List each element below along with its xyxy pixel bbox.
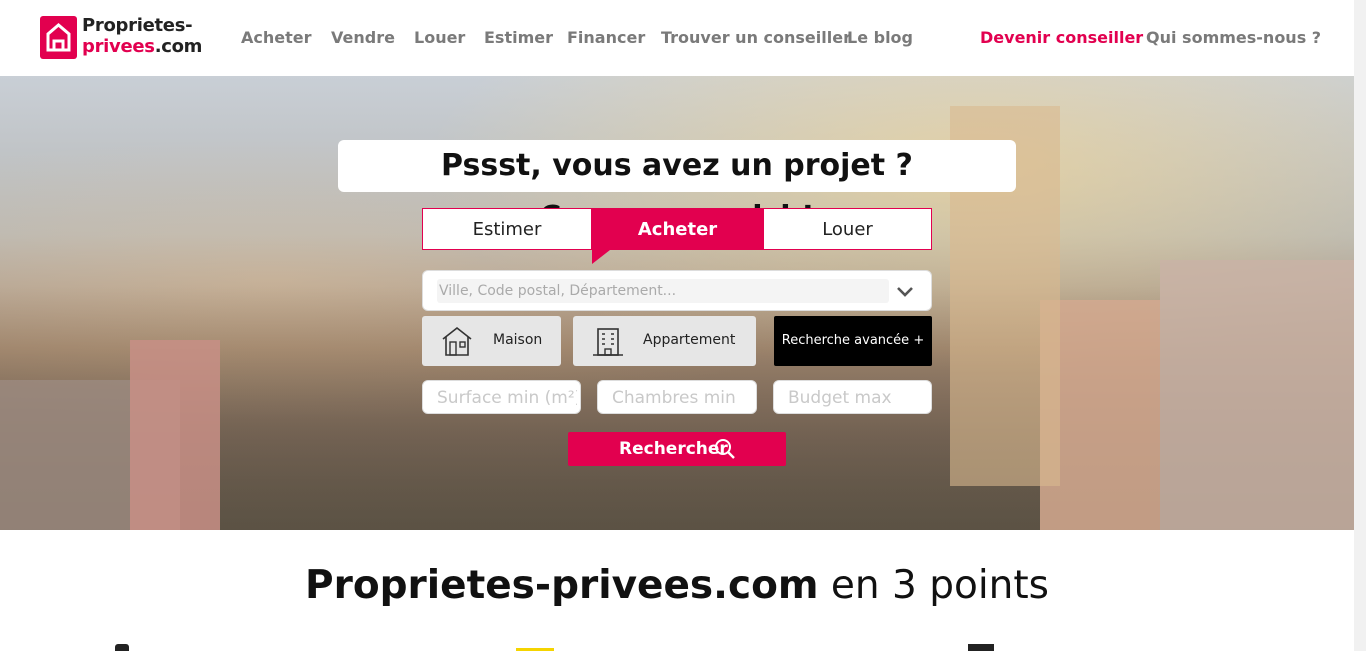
search-button[interactable]: Rechercher <box>568 432 786 466</box>
type-maison-button[interactable]: Maison <box>422 316 561 366</box>
nav-devenir-conseiller[interactable]: Devenir conseiller <box>980 28 1143 47</box>
nav-louer[interactable]: Louer <box>414 28 465 47</box>
chevron-down-icon[interactable] <box>895 281 915 301</box>
chambres-field[interactable] <box>597 380 757 415</box>
building-icon <box>591 325 625 357</box>
budget-field[interactable] <box>773 380 932 415</box>
nav-qui-sommes-nous[interactable]: Qui sommes-nous ? <box>1146 28 1321 47</box>
active-tab-pointer <box>592 250 610 264</box>
tab-louer[interactable]: Louer <box>763 208 932 250</box>
section-title: Proprietes-privees.com en 3 points <box>0 563 1354 608</box>
advanced-search-button[interactable]: Recherche avancée + <box>774 316 932 366</box>
logo-text: Proprietes- privees.com <box>82 15 203 57</box>
location-input[interactable]: Ville, Code postal, Département... <box>437 279 889 303</box>
tab-acheter[interactable]: Acheter <box>592 208 763 250</box>
nav-estimer[interactable]: Estimer <box>484 28 553 47</box>
type-appartement-label: Appartement <box>643 332 736 348</box>
search-label: Rechercher <box>619 439 728 459</box>
section-brand: Proprietes-privees.com <box>305 563 819 608</box>
nav-blog[interactable]: Le blog <box>847 28 913 47</box>
surface-field[interactable] <box>422 380 581 415</box>
tab-estimer[interactable]: Estimer <box>422 208 592 250</box>
budget-input[interactable] <box>786 381 930 415</box>
section-rest: en 3 points <box>818 563 1049 608</box>
location-select[interactable]: Ville, Code postal, Département... <box>422 270 932 311</box>
header: Proprietes- privees.com Acheter Vendre L… <box>0 0 1354 76</box>
scrollbar[interactable] <box>1354 0 1366 651</box>
nav-financer[interactable]: Financer <box>567 28 645 47</box>
hero-tagline: Pssst, vous avez un projet ? Commencez i… <box>338 140 1016 235</box>
logo-house-icon <box>40 16 77 59</box>
search-icon <box>714 438 736 460</box>
chambres-input[interactable] <box>610 381 754 415</box>
logo[interactable]: Proprietes- privees.com <box>40 15 202 60</box>
house-icon <box>440 325 474 357</box>
point-3-icon <box>968 644 994 651</box>
point-1-icon <box>115 644 129 651</box>
nav-vendre[interactable]: Vendre <box>331 28 395 47</box>
type-appartement-button[interactable]: Appartement <box>573 316 756 366</box>
nav-trouver-conseiller[interactable]: Trouver un conseiller <box>661 28 851 47</box>
surface-input[interactable] <box>435 381 579 415</box>
nav-acheter[interactable]: Acheter <box>241 28 312 47</box>
type-maison-label: Maison <box>493 332 543 348</box>
